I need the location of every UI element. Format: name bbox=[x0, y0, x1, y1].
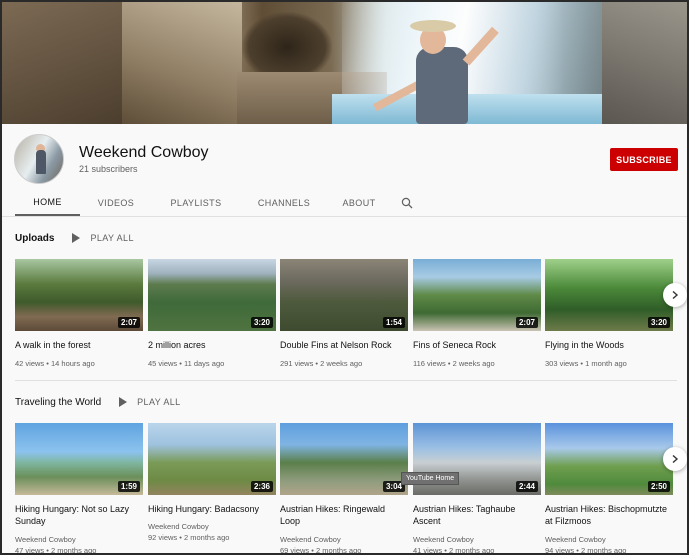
video-channel[interactable]: Weekend Cowboy bbox=[413, 534, 541, 545]
video-card[interactable]: 1:59 Hiking Hungary: Not so Lazy Sunday … bbox=[15, 423, 143, 555]
channel-tabs: HOME VIDEOS PLAYLISTS CHANNELS ABOUT bbox=[15, 190, 424, 216]
video-channel[interactable]: Weekend Cowboy bbox=[148, 521, 276, 532]
video-card[interactable]: 2:07 Fins of Seneca Rock 116 views • 2 w… bbox=[413, 259, 541, 369]
video-duration: 2:07 bbox=[515, 317, 538, 328]
video-thumbnail[interactable]: 2:07 bbox=[15, 259, 143, 331]
travel-shelf-header: Traveling the World PLAY ALL bbox=[15, 394, 181, 410]
chevron-right-icon bbox=[672, 290, 679, 300]
video-duration: 2:07 bbox=[117, 317, 140, 328]
video-title[interactable]: Austrian Hikes: Ringewald Loop bbox=[280, 503, 406, 527]
banner-pool bbox=[332, 94, 612, 124]
video-card[interactable]: 2:36 Hiking Hungary: Badacsony Weekend C… bbox=[148, 423, 276, 543]
tooltip: YouTube Home bbox=[401, 472, 460, 485]
play-all-label: PLAY ALL bbox=[90, 233, 134, 243]
channel-header: Weekend Cowboy 21 subscribers SUBSCRIBE … bbox=[2, 124, 687, 216]
video-thumbnail[interactable]: 3:04 bbox=[280, 423, 408, 495]
subscribe-button[interactable]: SUBSCRIBE bbox=[610, 148, 678, 171]
video-thumbnail[interactable]: 1:59 bbox=[15, 423, 143, 495]
banner-rock-face bbox=[122, 2, 242, 124]
travel-shelf-title[interactable]: Traveling the World bbox=[15, 397, 101, 408]
tab-home[interactable]: HOME bbox=[15, 190, 80, 216]
video-card[interactable]: 1:54 Double Fins at Nelson Rock 291 view… bbox=[280, 259, 408, 369]
banner-hiker-hat bbox=[410, 20, 456, 32]
video-card[interactable]: 3:20 Flying in the Woods 303 views • 1 m… bbox=[545, 259, 673, 369]
channel-avatar[interactable] bbox=[14, 134, 64, 184]
tab-about[interactable]: ABOUT bbox=[328, 190, 390, 216]
video-meta: 94 views • 2 months ago bbox=[545, 546, 627, 555]
video-meta: 42 views • 14 hours ago bbox=[15, 359, 95, 368]
banner-hiker-body bbox=[416, 47, 468, 124]
browser-frame: Weekend Cowboy 21 subscribers SUBSCRIBE … bbox=[0, 0, 689, 555]
video-duration: 3:20 bbox=[647, 317, 670, 328]
channel-home-content: Uploads PLAY ALL 2:07 A walk in the fore… bbox=[2, 217, 687, 553]
channel-search-button[interactable] bbox=[390, 190, 424, 216]
video-meta: 47 views • 2 months ago bbox=[15, 546, 97, 555]
video-meta: 303 views • 1 month ago bbox=[545, 359, 627, 368]
uploads-row: 2:07 A walk in the forest 42 views • 14 … bbox=[15, 259, 687, 379]
video-title[interactable]: Flying in the Woods bbox=[545, 339, 671, 351]
video-meta: 116 views • 2 weeks ago bbox=[413, 359, 495, 368]
channel-name: Weekend Cowboy bbox=[79, 144, 209, 161]
video-duration: 3:20 bbox=[250, 317, 273, 328]
video-card[interactable]: 2:50 Austrian Hikes: Bischopmutzte at Fi… bbox=[545, 423, 673, 555]
video-thumbnail[interactable]: 1:54 bbox=[280, 259, 408, 331]
shelf-divider bbox=[15, 380, 677, 381]
banner-rock-left bbox=[2, 2, 122, 124]
chevron-right-icon bbox=[672, 454, 679, 464]
play-icon bbox=[119, 397, 128, 407]
video-card[interactable]: 3:20 2 million acres 45 views • 11 days … bbox=[148, 259, 276, 369]
video-channel[interactable]: Weekend Cowboy bbox=[545, 534, 673, 545]
video-title[interactable]: Austrian Hikes: Taghaube Ascent bbox=[413, 503, 539, 527]
video-duration: 1:54 bbox=[382, 317, 405, 328]
channel-banner bbox=[2, 2, 687, 124]
play-icon bbox=[72, 233, 81, 243]
video-meta: 41 views • 2 months ago bbox=[413, 546, 495, 555]
video-title[interactable]: Fins of Seneca Rock bbox=[413, 339, 539, 351]
video-thumbnail[interactable]: 2:50 bbox=[545, 423, 673, 495]
video-card[interactable]: 2:07 A walk in the forest 42 views • 14 … bbox=[15, 259, 143, 369]
video-duration: 1:59 bbox=[117, 481, 140, 492]
video-thumbnail[interactable]: 2:07 bbox=[413, 259, 541, 331]
video-thumbnail[interactable]: 3:20 bbox=[545, 259, 673, 331]
video-meta: 92 views • 2 months ago bbox=[148, 533, 230, 542]
tab-channels[interactable]: CHANNELS bbox=[240, 190, 328, 216]
video-channel[interactable]: Weekend Cowboy bbox=[15, 534, 143, 545]
play-all-label: PLAY ALL bbox=[137, 397, 181, 407]
tab-videos[interactable]: VIDEOS bbox=[80, 190, 152, 216]
travel-play-all-button[interactable]: PLAY ALL bbox=[119, 397, 180, 407]
tab-playlists[interactable]: PLAYLISTS bbox=[152, 190, 240, 216]
video-meta: 69 views • 2 months ago bbox=[280, 546, 362, 555]
uploads-shelf-title[interactable]: Uploads bbox=[15, 233, 54, 244]
video-title[interactable]: Double Fins at Nelson Rock bbox=[280, 339, 406, 351]
video-title[interactable]: A walk in the forest bbox=[15, 339, 141, 351]
video-title[interactable]: Hiking Hungary: Badacsony bbox=[148, 503, 274, 515]
avatar-figure-body bbox=[36, 150, 46, 174]
video-meta: 291 views • 2 weeks ago bbox=[280, 359, 363, 368]
video-thumbnail[interactable]: 2:36 bbox=[148, 423, 276, 495]
video-duration: 2:36 bbox=[250, 481, 273, 492]
search-icon bbox=[401, 197, 413, 209]
video-card[interactable]: 2:44 Austrian Hikes: Taghaube Ascent Wee… bbox=[413, 423, 541, 555]
video-title[interactable]: Hiking Hungary: Not so Lazy Sunday bbox=[15, 503, 141, 527]
video-thumbnail[interactable]: 3:20 bbox=[148, 259, 276, 331]
travel-row: 1:59 Hiking Hungary: Not so Lazy Sunday … bbox=[15, 423, 687, 553]
video-duration: 2:44 bbox=[515, 481, 538, 492]
travel-next-button[interactable] bbox=[663, 447, 687, 471]
video-card[interactable]: 3:04 Austrian Hikes: Ringewald Loop Week… bbox=[280, 423, 408, 555]
subscriber-count: 21 subscribers bbox=[79, 164, 138, 174]
uploads-play-all-button[interactable]: PLAY ALL bbox=[72, 233, 133, 243]
video-channel[interactable]: Weekend Cowboy bbox=[280, 534, 408, 545]
video-title[interactable]: 2 million acres bbox=[148, 339, 274, 351]
video-title[interactable]: Austrian Hikes: Bischopmutzte at Filzmoo… bbox=[545, 503, 671, 527]
banner-cliff-right bbox=[602, 2, 687, 124]
video-duration: 2:50 bbox=[647, 481, 670, 492]
uploads-next-button[interactable] bbox=[663, 283, 687, 307]
uploads-shelf-header: Uploads PLAY ALL bbox=[15, 230, 134, 246]
video-meta: 45 views • 11 days ago bbox=[148, 359, 225, 368]
